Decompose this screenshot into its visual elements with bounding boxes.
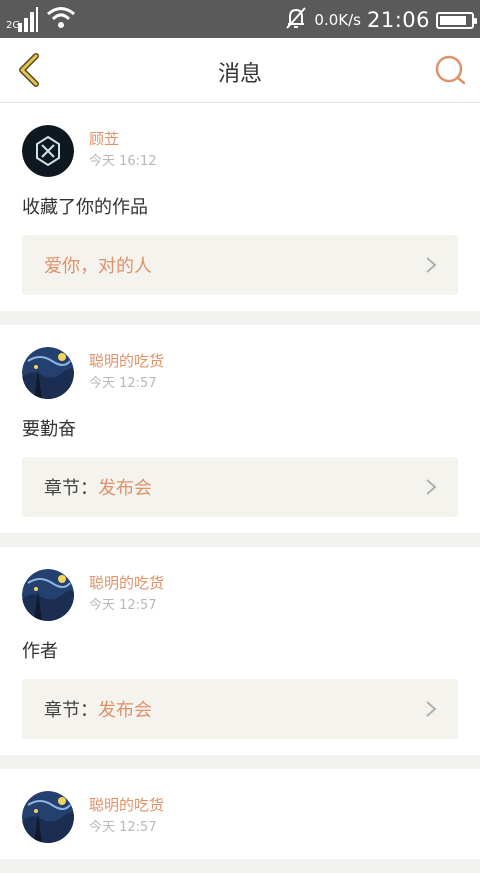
clock: 21:06	[366, 8, 430, 32]
quote-text: 爱你，对的人	[44, 256, 152, 277]
message-header: 顾苙 今天 16:12	[22, 125, 458, 177]
network-type-label: 2G	[6, 20, 21, 31]
wifi-icon	[46, 5, 76, 33]
avatar[interactable]	[22, 791, 74, 843]
username[interactable]: 顾苙	[89, 129, 157, 149]
starry-night-icon	[22, 347, 74, 399]
battery-icon	[436, 11, 477, 29]
message-text: 作者	[22, 641, 58, 662]
quote-label: 章节：	[44, 700, 98, 721]
message-text: 收藏了你的作品	[22, 197, 148, 218]
message-header: 聪明的吃货 今天 12:57	[22, 791, 458, 843]
chevron-right-icon	[426, 257, 437, 273]
timestamp: 今天 12:57	[89, 598, 157, 613]
username[interactable]: 聪明的吃货	[89, 351, 164, 371]
starry-night-icon	[22, 569, 74, 621]
username[interactable]: 聪明的吃货	[89, 795, 164, 815]
chevron-right-icon	[426, 701, 437, 717]
search-icon[interactable]	[432, 52, 468, 88]
avatar[interactable]	[22, 347, 74, 399]
quote-label: 章节：	[44, 478, 98, 499]
exo-logo-icon	[22, 125, 74, 177]
message-card[interactable]: 聪明的吃货 今天 12:57 作者 章节： 发布会	[0, 547, 480, 755]
message-list: 顾苙 今天 16:12 收藏了你的作品 爱你，对的人 聪明的吃货 今天 12:5…	[0, 103, 480, 873]
message-header: 聪明的吃货 今天 12:57	[22, 347, 458, 399]
page-title: 消息	[217, 62, 262, 87]
timestamp: 今天 12:57	[89, 376, 157, 391]
message-text: 要勤奋	[22, 419, 76, 440]
message-header: 聪明的吃货 今天 12:57	[22, 569, 458, 621]
message-card[interactable]: 顾苙 今天 16:12 收藏了你的作品 爱你，对的人	[0, 103, 480, 311]
alarm-off-icon	[284, 6, 308, 34]
quote-text: 发布会	[98, 700, 152, 721]
chevron-right-icon	[426, 479, 437, 495]
quoted-chapter[interactable]: 章节： 发布会	[22, 679, 458, 739]
username[interactable]: 聪明的吃货	[89, 573, 164, 593]
quote-text: 发布会	[98, 478, 152, 499]
status-bar: 2G 0.0K/s 21:06	[0, 0, 480, 38]
avatar[interactable]	[22, 569, 74, 621]
timestamp: 今天 12:57	[89, 820, 157, 835]
battery-level	[440, 15, 466, 25]
network-speed: 0.0K/s	[314, 11, 361, 29]
quoted-chapter[interactable]: 章节： 发布会	[22, 457, 458, 517]
avatar[interactable]	[22, 125, 74, 177]
starry-night-icon	[22, 791, 74, 843]
timestamp: 今天 16:12	[89, 154, 157, 169]
message-card[interactable]: 聪明的吃货 今天 12:57 要勤奋 章节： 发布会	[0, 325, 480, 533]
quoted-work[interactable]: 爱你，对的人	[22, 235, 458, 295]
signal-icon: 2G	[6, 7, 38, 33]
nav-bar: 消息	[0, 38, 480, 103]
message-card[interactable]: 聪明的吃货 今天 12:57	[0, 769, 480, 859]
